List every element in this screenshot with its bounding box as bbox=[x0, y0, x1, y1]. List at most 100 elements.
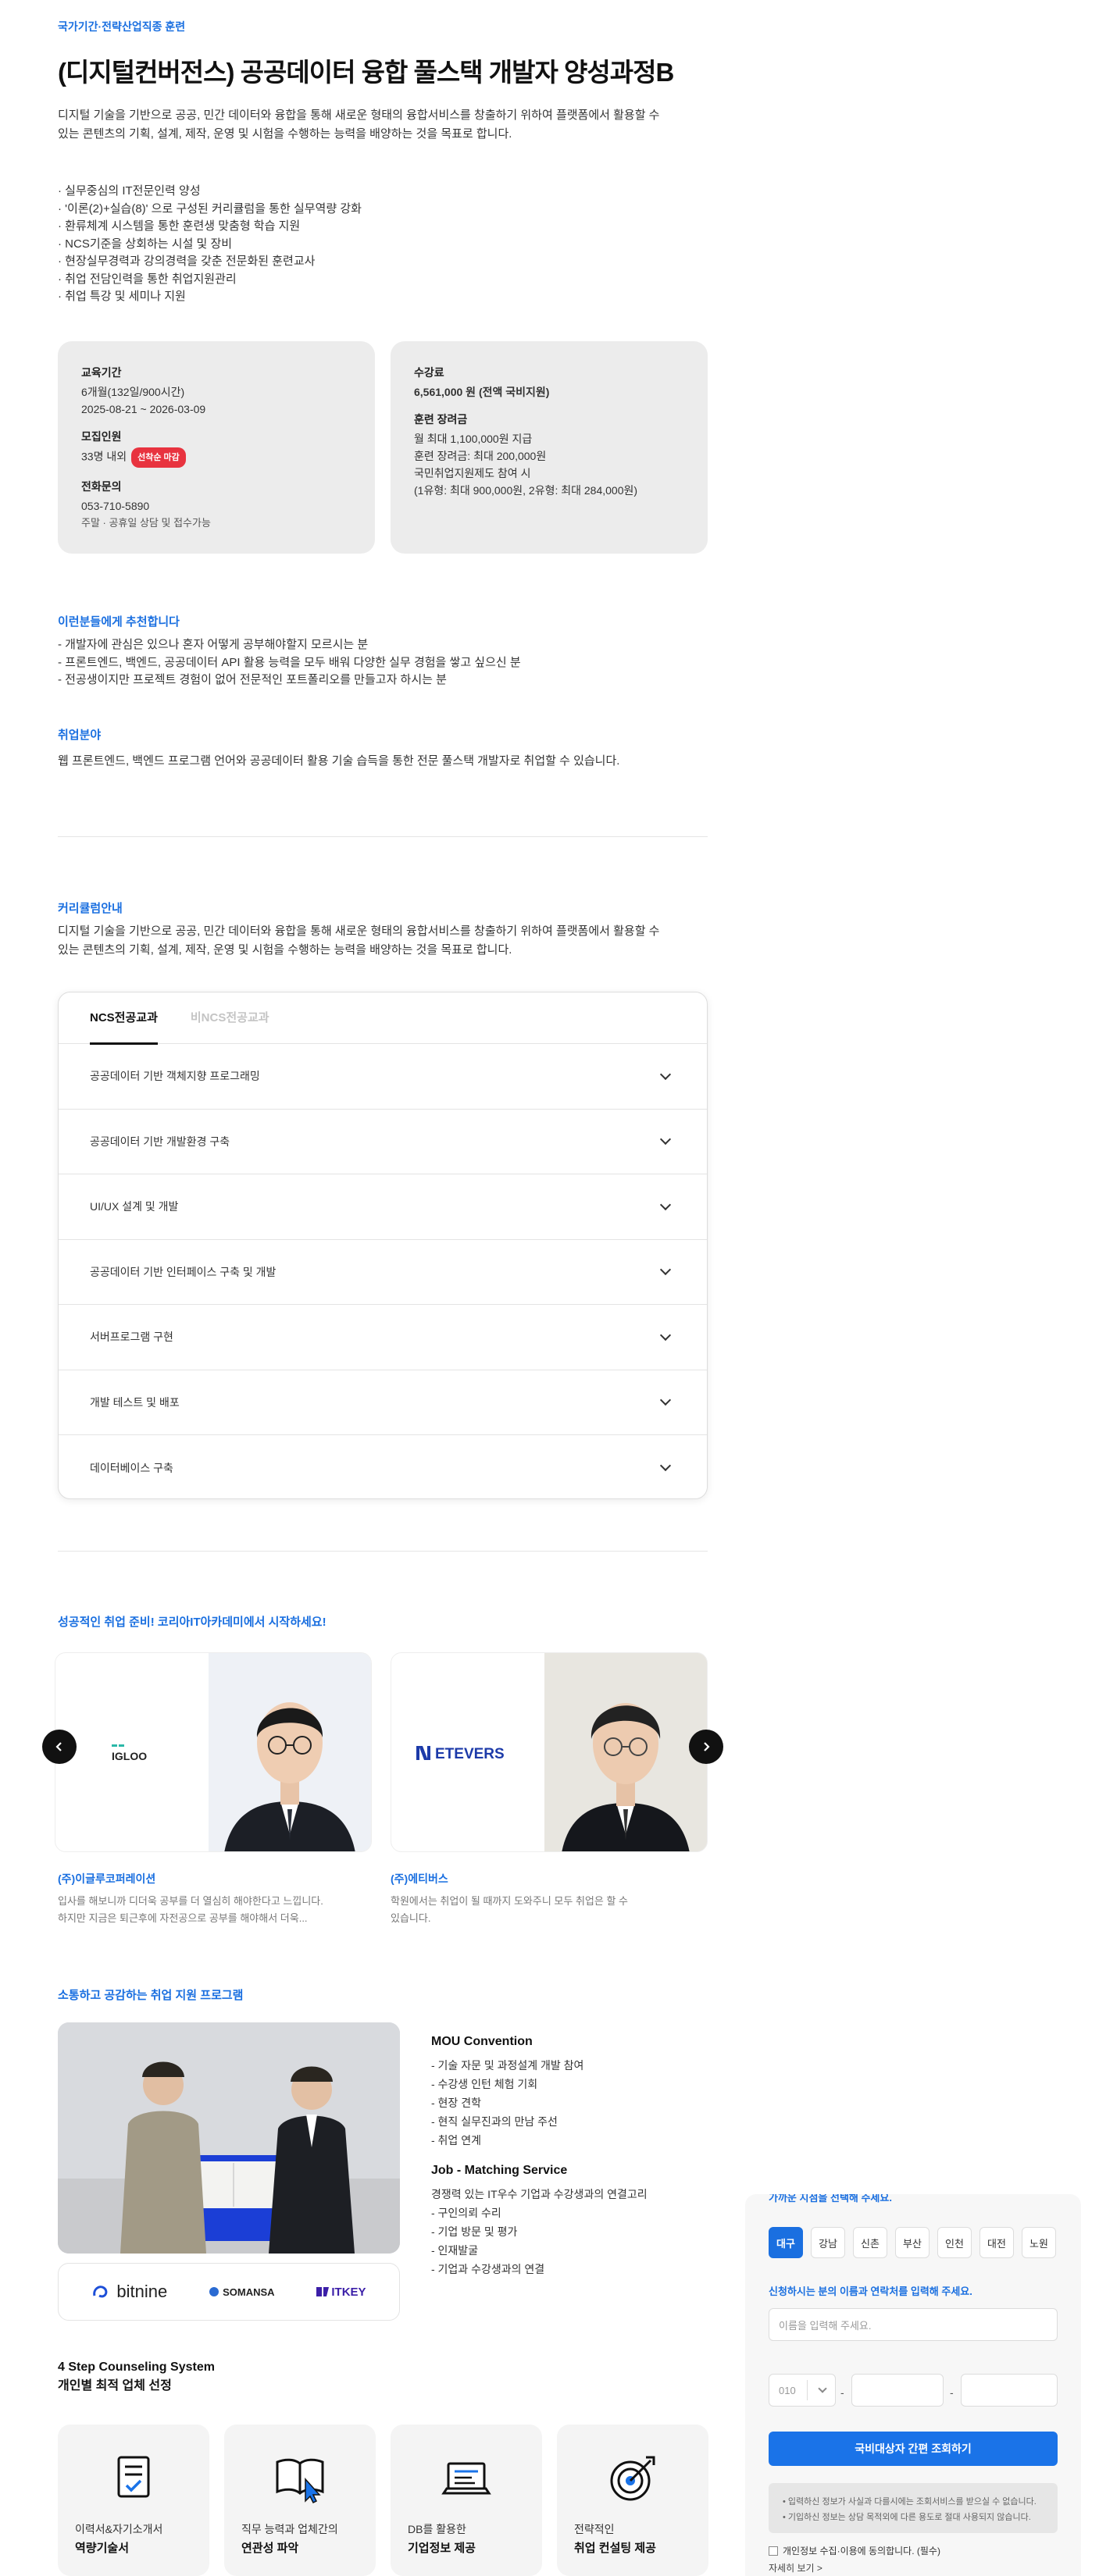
region-button-incheon[interactable]: 인천 bbox=[937, 2227, 972, 2258]
partner-logos: bitnine SOMANSA ITKEY bbox=[58, 2263, 400, 2321]
curriculum-item-label: 개발 테스트 및 배포 bbox=[90, 1395, 180, 1409]
curriculum-item-label: UI/UX 설계 및 개발 bbox=[90, 1200, 179, 1213]
name-input[interactable]: 이름을 입력해 주세요. bbox=[769, 2308, 1058, 2341]
step-line2: 취업 컨설팅 제공 bbox=[574, 2542, 656, 2555]
somansa-logo: SOMANSA bbox=[209, 2286, 275, 2298]
phone-prefix-select[interactable]: 010 bbox=[769, 2374, 836, 2407]
stories-heading: 성공적인 취업 준비! 코리아IT아카데미에서 시작하세요! bbox=[58, 1616, 326, 1629]
support-heading: 소통하고 공감하는 취업 지원 프로그램 bbox=[58, 1989, 244, 2002]
region-button-daegu[interactable]: 대구 bbox=[769, 2227, 803, 2258]
phone-dash: - bbox=[950, 2386, 954, 2399]
info-card-schedule: 교육기간 6개월(132일/900시간) 2025-08-21 ~ 2026-0… bbox=[58, 341, 375, 554]
mou-item: - 현장 견학 bbox=[431, 2097, 481, 2109]
svg-text:ETEVERS: ETEVERS bbox=[435, 1746, 505, 1762]
curriculum-item[interactable]: UI/UX 설계 및 개발 bbox=[59, 1174, 707, 1240]
curriculum-item[interactable]: 데이터베이스 구축 bbox=[59, 1435, 707, 1498]
curriculum-item[interactable]: 서버프로그램 구현 bbox=[59, 1305, 707, 1370]
region-button-nowon[interactable]: 노원 bbox=[1022, 2227, 1056, 2258]
mou-item: - 수강생 인턴 체험 기회 bbox=[431, 2078, 538, 2090]
story-company: (주)이글루코퍼레이션 bbox=[58, 1872, 156, 1885]
highlight-item: · 취업 전담인력을 통한 취업지원관리 bbox=[58, 272, 237, 286]
somansa-logo-icon bbox=[209, 2287, 219, 2296]
itkey-logo-icon bbox=[316, 2287, 330, 2296]
region-button-gangnam[interactable]: 강남 bbox=[811, 2227, 845, 2258]
recommend-heading: 이런분들에게 추천합니다 bbox=[58, 615, 180, 629]
privacy-agree-checkbox[interactable]: 개인정보 수집·이용에 동의합니다. (필수) bbox=[769, 2544, 940, 2557]
phone-last-input[interactable] bbox=[961, 2374, 1058, 2407]
curriculum-item-label: 서버프로그램 구현 bbox=[90, 1331, 173, 1344]
lookup-submit-button[interactable]: 국비대상자 간편 조회하기 bbox=[769, 2432, 1058, 2466]
highlight-item: · 환류체계 시스템을 통한 훈련생 맞춤형 학습 지원 bbox=[58, 219, 301, 233]
step-card: 직무 능력과 업체간의 연관성 파악 bbox=[224, 2425, 376, 2576]
chevron-down-icon bbox=[659, 1134, 672, 1145]
region-button-busan[interactable]: 부산 bbox=[895, 2227, 930, 2258]
phone-middle-input[interactable] bbox=[851, 2374, 944, 2407]
steps-subtitle: 개인별 최적 업체 선정 bbox=[58, 2379, 172, 2393]
curriculum-item-label: 공공데이터 기반 객체지향 프로그래밍 bbox=[90, 1070, 260, 1083]
story-company: (주)에티버스 bbox=[391, 1872, 448, 1885]
chevron-down-icon bbox=[659, 1460, 672, 1472]
step-card: 전략적인 취업 컨설팅 제공 bbox=[557, 2425, 708, 2576]
profile-photo bbox=[209, 1653, 371, 1851]
steps-title: 4 Step Counseling System bbox=[58, 2360, 215, 2374]
carousel-prev-button[interactable] bbox=[42, 1730, 77, 1764]
book-cursor-icon bbox=[276, 2458, 324, 2504]
story-quote: 입사를 해보니까 디더욱 공부를 더 열심히 해야한다고 느낍니다. 하지만 지… bbox=[58, 1895, 323, 1924]
curriculum-item[interactable]: 개발 테스트 및 배포 bbox=[59, 1370, 707, 1435]
highlight-item: · '이론(2)+실습(8)' 으로 구성된 커리큘럼을 통한 실무역량 강화 bbox=[58, 201, 362, 216]
mou-photo bbox=[58, 2022, 400, 2254]
chevron-down-icon bbox=[659, 1395, 672, 1406]
step-line1: 직무 능력과 업체간의 bbox=[241, 2523, 338, 2535]
matching-list: 경쟁력 있는 IT우수 기업과 수강생과의 연결고리 - 구인의뢰 수리 - 기… bbox=[431, 2185, 648, 2278]
highlight-item: · NCS기준을 상회하는 시설 및 장비 bbox=[58, 237, 233, 251]
step-line2: 역량기술서 bbox=[75, 2542, 130, 2555]
incentive-line: 국민취업지원제도 참여 시 bbox=[414, 467, 531, 479]
matching-item: - 인재발굴 bbox=[431, 2244, 479, 2257]
target-icon bbox=[610, 2456, 655, 2501]
company-logo: IGLOO bbox=[55, 1653, 219, 1851]
contact-phone[interactable]: 053-710-5890 bbox=[81, 497, 351, 515]
apply-panel: 가까운 지점을 선택해 주세요. 대구 강남 신촌 부산 인천 대전 노원 신청… bbox=[745, 2194, 1081, 2576]
step-line2: 기업정보 제공 bbox=[408, 2542, 476, 2555]
matching-title: Job - Matching Service bbox=[431, 2164, 568, 2177]
chevron-down-icon bbox=[659, 1199, 672, 1210]
highlight-item: · 실무중심의 IT전문인력 양성 bbox=[58, 184, 201, 198]
profile-photo bbox=[544, 1653, 707, 1851]
highlight-item: · 취업 특강 및 세미나 지원 bbox=[58, 290, 186, 303]
curriculum-item-label: 데이터베이스 구축 bbox=[90, 1461, 173, 1474]
region-button-daejeon[interactable]: 대전 bbox=[979, 2227, 1014, 2258]
curriculum-tabs: NCS전공교과 비NCS전공교과 공공데이터 기반 객체지향 프로그래밍 공공데… bbox=[58, 992, 708, 1499]
curriculum-item-label: 공공데이터 기반 인터페이스 구축 및 개발 bbox=[90, 1265, 277, 1278]
tab-ncs[interactable]: NCS전공교과 bbox=[90, 992, 158, 1045]
curriculum-item[interactable]: 공공데이터 기반 객체지향 프로그래밍 bbox=[59, 1044, 707, 1110]
curriculum-item[interactable]: 공공데이터 기반 인터페이스 구축 및 개발 bbox=[59, 1240, 707, 1305]
step-line1: 전략적인 bbox=[574, 2523, 615, 2535]
curriculum-item[interactable]: 공공데이터 기반 개발환경 구축 bbox=[59, 1110, 707, 1174]
recommend-item: - 개발자에 관심은 있으나 혼자 어떻게 공부해야할지 모르시는 분 bbox=[58, 638, 369, 651]
recruit-label: 모집인원 bbox=[81, 430, 122, 443]
incentive-line: 훈련 장려금: 최대 200,000원 bbox=[414, 450, 547, 462]
panel-heading: 가까운 지점을 선택해 주세요. bbox=[769, 2194, 892, 2204]
step-line1: 이력서&자기소개서 bbox=[75, 2523, 163, 2535]
career-heading: 취업분야 bbox=[58, 729, 102, 742]
incentive-line: 월 최대 1,100,000원 지급 bbox=[414, 433, 533, 445]
recommend-list: - 개발자에 관심은 있으나 혼자 어떻게 공부해야할지 모르시는 분 - 프론… bbox=[58, 636, 521, 689]
story-card[interactable]: ETEVERS bbox=[391, 1652, 708, 1852]
company-logo: ETEVERS bbox=[391, 1653, 555, 1851]
details-link[interactable]: 자세히 보기 > bbox=[769, 2561, 822, 2574]
tab-bar: NCS전공교과 비NCS전공교과 bbox=[59, 992, 707, 1045]
carousel-next-button[interactable] bbox=[689, 1730, 723, 1764]
region-button-sinchon[interactable]: 신촌 bbox=[853, 2227, 887, 2258]
curriculum-item-label: 공공데이터 기반 개발환경 구축 bbox=[90, 1135, 230, 1148]
divider bbox=[58, 1551, 708, 1552]
chevron-down-icon bbox=[818, 2384, 827, 2393]
divider bbox=[58, 836, 708, 837]
page-title: (디지털컨버전스) 공공데이터 융합 풀스택 개발자 양성과정B bbox=[58, 58, 674, 87]
form-instruction: 신청하시는 분의 이름과 연락처를 입력해 주세요. bbox=[769, 2286, 972, 2297]
svg-text:IGLOO: IGLOO bbox=[112, 1750, 147, 1762]
region-selector: 대구 강남 신촌 부산 인천 대전 노원 bbox=[769, 2227, 1056, 2258]
matching-intro: 경쟁력 있는 IT우수 기업과 수강생과의 연결고리 bbox=[431, 2188, 648, 2200]
story-card[interactable]: IGLOO bbox=[55, 1652, 372, 1852]
tab-non-ncs[interactable]: 비NCS전공교과 bbox=[191, 992, 269, 1044]
mou-title: MOU Convention bbox=[431, 2035, 533, 2048]
